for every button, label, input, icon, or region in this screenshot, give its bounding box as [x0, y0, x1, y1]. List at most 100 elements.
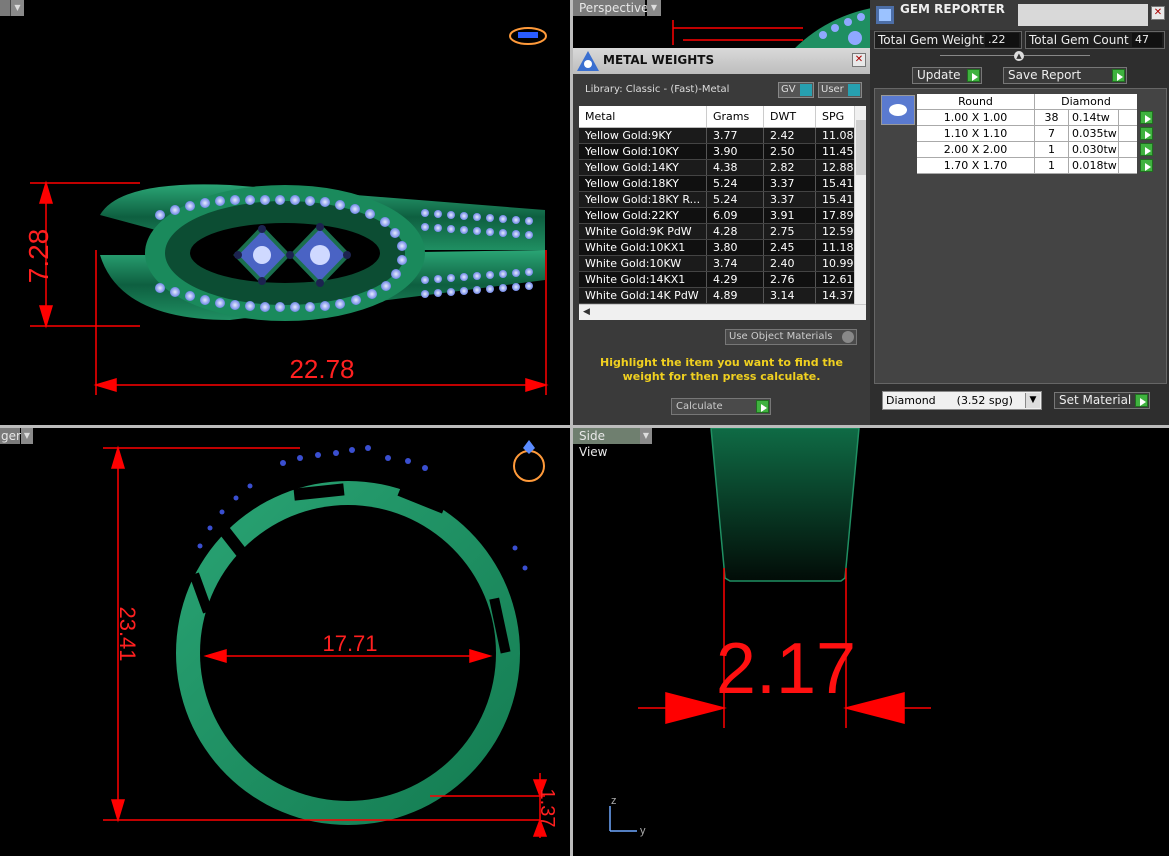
col-spg[interactable]: SPG [816, 106, 854, 127]
viewport-front-label[interactable]: ger [0, 428, 21, 444]
table-row[interactable]: Yellow Gold:18KY R... 5.24 3.37 15.41 [579, 192, 866, 208]
table-cell: 2.45 [764, 240, 816, 255]
perspective-dropdown-icon[interactable]: ▼ [647, 0, 661, 16]
gem-table[interactable]: Round Diamond 1.00 X 1.00 38 0.14tw 1.10 X … [917, 94, 1153, 174]
table-cell: 15.41 [822, 177, 854, 190]
viewport-perspective-label[interactable]: Perspective [573, 0, 649, 16]
material-select[interactable]: Diamond (3.52 spg) ▼ [882, 391, 1042, 410]
table-cell: 4.89 [707, 288, 764, 303]
viewport-splitter-horizontal[interactable] [0, 425, 1169, 428]
scroll-left-icon[interactable]: ◀ [583, 307, 590, 317]
gem-row[interactable]: 1.10 X 1.10 7 0.035tw [917, 126, 1153, 142]
table-row[interactable]: White Gold:14KX1 4.29 2.76 12.61 [579, 272, 866, 288]
table-row[interactable]: Yellow Gold:9KY 3.77 2.42 11.08 [579, 128, 866, 144]
metal-weights-title: METAL WEIGHTS [603, 53, 715, 67]
table-row[interactable]: White Gold:10KX1 3.80 2.45 11.18 [579, 240, 866, 256]
collapse-icon[interactable]: ▲ [1014, 51, 1024, 61]
table-cell: Yellow Gold:14KY [579, 160, 707, 175]
front-view-canvas: 23.41 17.71 1.37 [103, 440, 558, 838]
viewport-dropdown-icon[interactable]: ▼ [10, 0, 24, 16]
front-dropdown-icon[interactable]: ▼ [21, 428, 33, 444]
gem-cell: 0.035tw [1069, 126, 1119, 141]
table-row[interactable]: White Gold:9K PdW 4.28 2.75 12.59 [579, 224, 866, 240]
table-row[interactable]: Yellow Gold:10KY 3.90 2.50 11.45 [579, 144, 866, 160]
table-cell: 4.38 [707, 160, 764, 175]
gem-row-play-icon[interactable] [1140, 143, 1153, 156]
table-cell: 3.37 [764, 192, 816, 207]
close-icon[interactable]: ✕ [852, 53, 866, 67]
table-row[interactable]: Yellow Gold:14KY 4.38 2.82 12.88 [579, 160, 866, 176]
viewport-perspective[interactable]: Perspective ▼ METAL WEIGHTS ✕ Library: C… [573, 0, 1169, 425]
table-row[interactable]: White Gold:14K PdW 4.89 3.14 14.37 [579, 288, 866, 304]
gem-row[interactable]: 1.70 X 1.70 1 0.018tw [917, 158, 1153, 174]
gem-reporter-panel: GEM REPORTER ✕ Total Gem Weight .22 Tota… [870, 0, 1169, 425]
dim-thickness-label: 1.37 [536, 789, 558, 828]
dim-height-label: 23.41 [115, 606, 140, 661]
set-material-button[interactable]: Set Material [1054, 392, 1150, 409]
table-row[interactable]: Yellow Gold:18KY 5.24 3.37 15.41 [579, 176, 866, 192]
ring-side-profile [710, 428, 860, 582]
ring-orientation-icon [509, 27, 547, 45]
gem-cell: 0.018tw [1069, 158, 1119, 173]
gem-cell: 1.00 X 1.00 [917, 110, 1035, 125]
user-toggle[interactable]: User [818, 82, 862, 98]
table-cell: 3.90 [707, 144, 764, 159]
dim-width-label: 22.78 [289, 354, 354, 384]
side-view-canvas: 2.17 z y [609, 428, 931, 837]
dim-height-label: 7.28 [23, 229, 54, 284]
vscroll-thumb[interactable] [856, 120, 866, 175]
table-cell: 11.18 [822, 241, 854, 254]
save-report-button[interactable]: Save Report [1003, 67, 1127, 84]
col-dwt[interactable]: DWT [764, 106, 816, 127]
use-object-materials-toggle[interactable]: Use Object Materials [725, 329, 857, 345]
library-label: Library: Classic - (Fast)-Metal [585, 84, 730, 95]
table-cell: White Gold:9K PdW [579, 224, 707, 239]
metal-weights-titlebar[interactable]: METAL WEIGHTS ✕ [573, 48, 870, 74]
gem-cell: 0.14tw [1069, 110, 1119, 125]
viewport-splitter-vertical[interactable] [570, 0, 573, 856]
table-row[interactable]: Yellow Gold:22KY 6.09 3.91 17.89 [579, 208, 866, 224]
gem-row-play-icon[interactable] [1140, 111, 1153, 124]
table-row[interactable]: White Gold:10KW 3.74 2.40 10.99 [579, 256, 866, 272]
calculate-button[interactable]: Calculate [671, 398, 771, 415]
user-toggle-icon [848, 84, 860, 96]
gem-row[interactable]: 2.00 X 2.00 1 0.030tw [917, 142, 1153, 158]
gem-row[interactable]: 1.00 X 1.00 38 0.14tw [917, 110, 1153, 126]
table-cell: 3.14 [764, 288, 816, 303]
metal-table-body: Yellow Gold:9KY 3.77 2.42 11.08 Yellow Gold:… [579, 128, 866, 304]
col-grams[interactable]: Grams [707, 106, 764, 127]
viewport-top-label[interactable]: ▼ [0, 0, 24, 16]
gem-reporter-titlebar[interactable]: GEM REPORTER ✕ [870, 0, 1169, 30]
viewport-side[interactable]: 2.17 z y Side View ▼ [573, 428, 1169, 856]
col-metal[interactable]: Metal [579, 106, 707, 127]
side-dropdown-icon[interactable]: ▼ [640, 428, 652, 444]
viewport-front[interactable]: ger ▼ 23.41 17.71 1.37 [0, 428, 570, 856]
table-cell: 2.50 [764, 144, 816, 159]
table-cell: 2.40 [764, 256, 816, 271]
table-cell: 12.61 [822, 273, 854, 286]
metal-table[interactable]: Metal Grams DWT SPG Yellow Gold:9KY 3.77 2… [579, 106, 866, 320]
gem-row-play-icon[interactable] [1140, 127, 1153, 140]
play-icon [756, 400, 769, 413]
dim-inner-label: 17.71 [322, 631, 377, 656]
table-cell: 3.91 [764, 208, 816, 223]
gem-cell: 0.030tw [1069, 142, 1119, 157]
update-button[interactable]: Update [912, 67, 982, 84]
table-cell: 10.99 [822, 257, 854, 270]
gem-row-play-icon[interactable] [1140, 159, 1153, 172]
metal-weights-panel: METAL WEIGHTS ✕ Library: Classic - (Fast… [573, 48, 870, 425]
gem-table-body: 1.00 X 1.00 38 0.14tw 1.10 X 1.10 7 0.035tw 2.… [917, 110, 1153, 174]
gem-reporter-title: GEM REPORTER [900, 2, 1005, 16]
radio-icon [842, 331, 854, 343]
metal-table-vscroll[interactable] [854, 106, 866, 304]
table-cell: 4.28 [707, 224, 764, 239]
table-cell: Yellow Gold:22KY [579, 208, 707, 223]
viewport-side-label[interactable]: Side View [573, 428, 640, 459]
viewport-top[interactable]: ▼ 7.28 22.78 [0, 0, 570, 425]
metal-table-hscroll[interactable]: ◀ [579, 304, 866, 320]
gem-cell: 1.70 X 1.70 [917, 158, 1035, 173]
gv-toggle[interactable]: GV [778, 82, 814, 98]
close-icon[interactable]: ✕ [1151, 6, 1165, 20]
chevron-down-icon[interactable]: ▼ [1025, 393, 1040, 408]
gv-toggle-icon [800, 84, 812, 96]
